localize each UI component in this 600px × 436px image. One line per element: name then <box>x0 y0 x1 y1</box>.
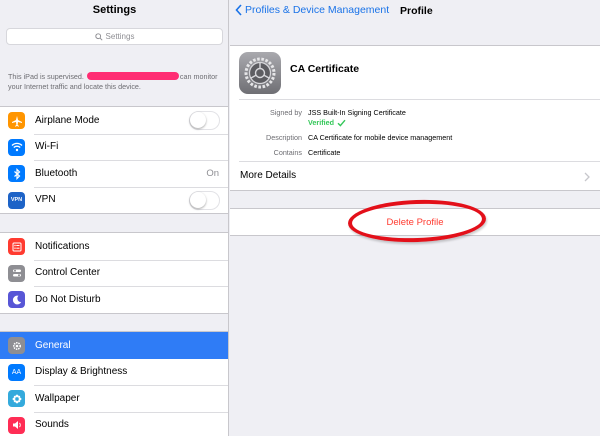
sidebar-item-label: Bluetooth <box>35 167 78 179</box>
delete-profile-button[interactable]: Delete Profile <box>230 209 600 235</box>
sidebar-item-label: Airplane Mode <box>35 114 100 126</box>
sidebar-item-wallpaper[interactable]: Wallpaper <box>0 385 228 412</box>
contains-value: Certificate <box>308 148 341 157</box>
sidebar-item-do-not-disturb[interactable]: Do Not Disturb <box>0 286 228 313</box>
sidebar-item-label: General <box>35 339 71 351</box>
navigation-bar: Profiles & Device Management Profile <box>230 0 600 23</box>
signed-by-label: Signed by <box>270 108 302 117</box>
signed-by-value: JSS Built-In Signing Certificate <box>308 108 406 117</box>
chevron-left-icon <box>235 4 242 16</box>
sidebar-item-label: Control Center <box>35 267 101 279</box>
bluetooth-icon <box>8 165 25 182</box>
settings-gear-app-icon <box>239 52 281 94</box>
notifications-group: Notifications Control Center Do Not Dist… <box>0 232 228 314</box>
sidebar-item-label: Notifications <box>35 240 90 252</box>
settings-sidebar: Settings Settings This iPad is supervise… <box>0 0 229 436</box>
vpn-toggle[interactable] <box>189 190 220 210</box>
verified-status: Verified <box>308 118 346 127</box>
search-placeholder: Settings <box>105 32 135 41</box>
sidebar-item-notifications[interactable]: Notifications <box>0 233 228 260</box>
certificate-name: CA Certificate <box>290 63 360 75</box>
sidebar-item-label: Wi-Fi <box>35 141 59 153</box>
page-title: Profile <box>400 5 433 17</box>
airplane-icon <box>8 112 25 129</box>
sidebar-item-label: Display & Brightness <box>35 366 128 378</box>
sidebar-item-bluetooth[interactable]: Bluetooth On <box>0 160 228 187</box>
divider <box>239 99 600 100</box>
sidebar-item-label: VPN <box>35 194 56 206</box>
redaction-mark <box>86 72 179 80</box>
bluetooth-status: On <box>206 167 219 179</box>
checkmark-icon <box>337 119 346 127</box>
delete-group: Delete Profile <box>230 208 600 236</box>
supervision-notice: This iPad is supervised. can monitor you… <box>8 72 222 92</box>
system-group: General AA Display & Brightness Wallpape… <box>0 331 228 436</box>
speaker-icon <box>8 416 25 434</box>
vpn-icon: VPN <box>8 191 25 209</box>
sidebar-item-vpn[interactable]: VPN VPN <box>0 186 228 214</box>
sidebar-item-sounds[interactable]: Sounds <box>0 411 228 436</box>
profile-detail-pane: Profiles & Device Management Profile CA … <box>230 0 600 436</box>
sidebar-item-control-center[interactable]: Control Center <box>0 259 228 287</box>
sidebar-item-label: Sounds <box>35 419 69 431</box>
divider <box>239 161 600 162</box>
description-label: Description <box>266 133 302 142</box>
sidebar-item-display-brightness[interactable]: AA Display & Brightness <box>0 359 228 386</box>
search-field[interactable]: Settings <box>6 28 223 45</box>
chevron-right-icon <box>584 172 590 182</box>
notifications-icon <box>8 238 25 255</box>
description-value: CA Certificate for mobile device managem… <box>308 133 453 142</box>
sidebar-title: Settings <box>92 4 137 16</box>
moon-icon <box>8 291 25 308</box>
sidebar-item-wifi[interactable]: Wi-Fi <box>0 133 228 161</box>
profile-card: CA Certificate Signed by JSS Built-In Si… <box>230 45 600 191</box>
contains-label: Contains <box>273 148 302 157</box>
sidebar-item-label: Wallpaper <box>35 392 80 404</box>
wallpaper-icon <box>8 390 25 407</box>
airplane-mode-toggle[interactable] <box>189 111 220 130</box>
back-button[interactable]: Profiles & Device Management <box>235 4 389 16</box>
more-details-row[interactable]: More Details <box>240 170 296 181</box>
verified-label: Verified <box>308 118 334 127</box>
display-icon: AA <box>8 363 25 381</box>
back-button-label: Profiles & Device Management <box>245 4 390 16</box>
gear-icon <box>8 337 25 354</box>
sidebar-item-airplane-mode[interactable]: Airplane Mode <box>0 107 228 134</box>
supervision-text-start: This iPad is supervised. <box>8 72 84 81</box>
search-icon <box>94 32 103 41</box>
control-center-icon <box>8 264 25 282</box>
connectivity-group: Airplane Mode Wi-Fi Bluetooth On VPN VPN <box>0 106 228 214</box>
sidebar-item-label: Do Not Disturb <box>35 293 101 305</box>
sidebar-item-general[interactable]: General <box>0 332 228 359</box>
wifi-icon <box>8 138 25 156</box>
